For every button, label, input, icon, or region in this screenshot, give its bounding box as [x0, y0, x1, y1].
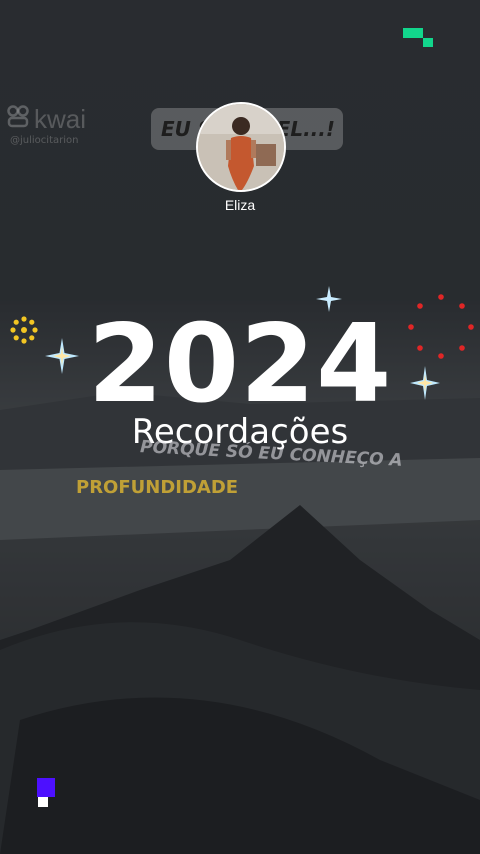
kwai-watermark: kwai @juliocitarion: [6, 104, 86, 146]
purple-square: [37, 778, 55, 797]
kwai-brand-text: kwai: [34, 104, 87, 134]
green-square-small: [423, 38, 433, 47]
white-square: [38, 797, 48, 807]
profile-name: Eliza: [224, 197, 256, 213]
green-square-large: [403, 28, 423, 38]
watermark-handle: @juliocitarion: [10, 135, 79, 146]
year-title: 2024: [87, 302, 393, 427]
kwai-logo-icon: [6, 104, 30, 135]
video-caption-line2: PROFUNDIDADE: [76, 477, 239, 498]
profile-avatar[interactable]: [196, 102, 286, 192]
